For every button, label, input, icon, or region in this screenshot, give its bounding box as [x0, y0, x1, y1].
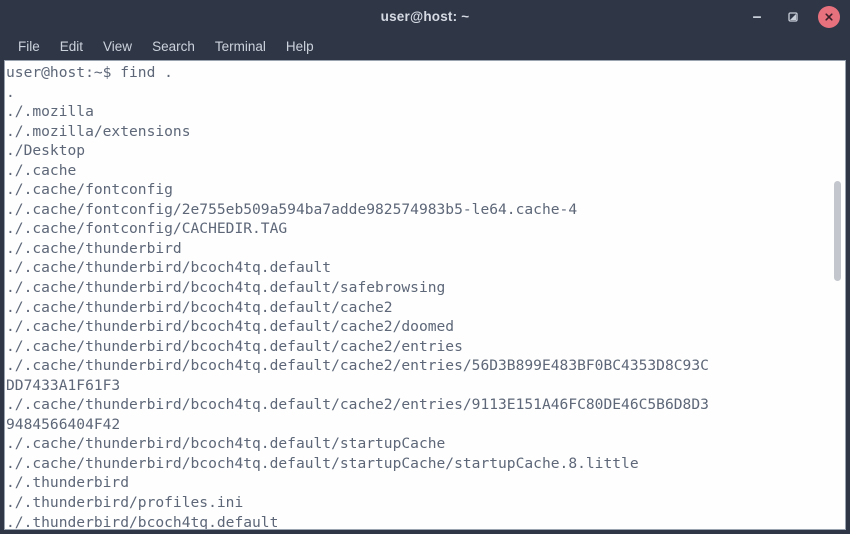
terminal-line: ./.cache/thunderbird/bcoch4tq.default/sa… [6, 279, 446, 297]
terminal-output[interactable]: user@host:~$ find .. ./.mozilla ./.mozilla… [5, 61, 845, 529]
terminal-line: ./.cache/thunderbird/bcoch4tq.default/st… [6, 454, 639, 472]
close-icon [823, 11, 835, 23]
terminal-line: ./.cache/thunderbird/bcoch4tq.default/ca… [6, 318, 455, 336]
terminal-line: ./.cache/thunderbird/bcoch4tq.default/st… [6, 435, 446, 453]
menu-item-help[interactable]: Help [276, 37, 324, 56]
minimize-button[interactable] [746, 6, 768, 28]
terminal-line: ./.cache/thunderbird [6, 239, 182, 257]
menu-item-view[interactable]: View [93, 37, 142, 56]
terminal-line: ./.cache/fontconfig/2e755eb509a594ba7add… [6, 200, 578, 218]
terminal-pane[interactable]: user@host:~$ find .. ./.mozilla ./.mozilla… [4, 60, 846, 530]
menu-item-terminal[interactable]: Terminal [205, 37, 276, 56]
terminal-line: DD7433A1F61F3 [6, 376, 121, 394]
menu-item-file[interactable]: File [8, 37, 50, 56]
menu-bar: File Edit View Search Terminal Help [0, 33, 850, 60]
terminal-scrollbar[interactable] [830, 61, 844, 529]
terminal-line: 9484566404F42 [6, 415, 121, 433]
terminal-line: . [6, 83, 15, 101]
maximize-icon [787, 11, 799, 23]
title-bar[interactable]: user@host: ~ [0, 0, 850, 33]
terminal-line: ./Desktop [6, 142, 86, 160]
minimize-icon [751, 11, 763, 23]
maximize-button[interactable] [782, 6, 804, 28]
menu-item-search[interactable]: Search [142, 37, 205, 56]
terminal-line: ./.cache [6, 161, 77, 179]
scrollbar-thumb[interactable] [834, 181, 841, 281]
terminal-line: ./.mozilla [6, 103, 94, 121]
close-button[interactable] [818, 5, 840, 28]
terminal-line: ./.cache/thunderbird/bcoch4tq.default/ca… [6, 396, 709, 414]
terminal-line: ./.thunderbird/profiles.ini [6, 494, 244, 512]
terminal-line: ./.mozilla/extensions [6, 122, 191, 140]
terminal-line: ./.cache/thunderbird/bcoch4tq.default [6, 259, 332, 277]
terminal-line: ./.thunderbird/bcoch4tq.default [6, 513, 279, 529]
terminal-line: ./.cache/thunderbird/bcoch4tq.default/ca… [6, 337, 463, 355]
terminal-line: ./.cache/thunderbird/bcoch4tq.default/ca… [6, 298, 393, 316]
terminal-window: user@host: ~ File Edit View Search Termi… [0, 0, 850, 534]
terminal-line: ./.cache/fontconfig/CACHEDIR.TAG [6, 220, 288, 238]
window-controls [746, 0, 840, 33]
terminal-line: ./.cache/fontconfig [6, 181, 173, 199]
terminal-line: user@host:~$ find . [6, 64, 173, 81]
terminal-line: ./.cache/thunderbird/bcoch4tq.default/ca… [6, 357, 709, 375]
menu-item-edit[interactable]: Edit [50, 37, 93, 56]
terminal-line: ./.thunderbird [6, 474, 130, 492]
window-title: user@host: ~ [380, 9, 470, 24]
